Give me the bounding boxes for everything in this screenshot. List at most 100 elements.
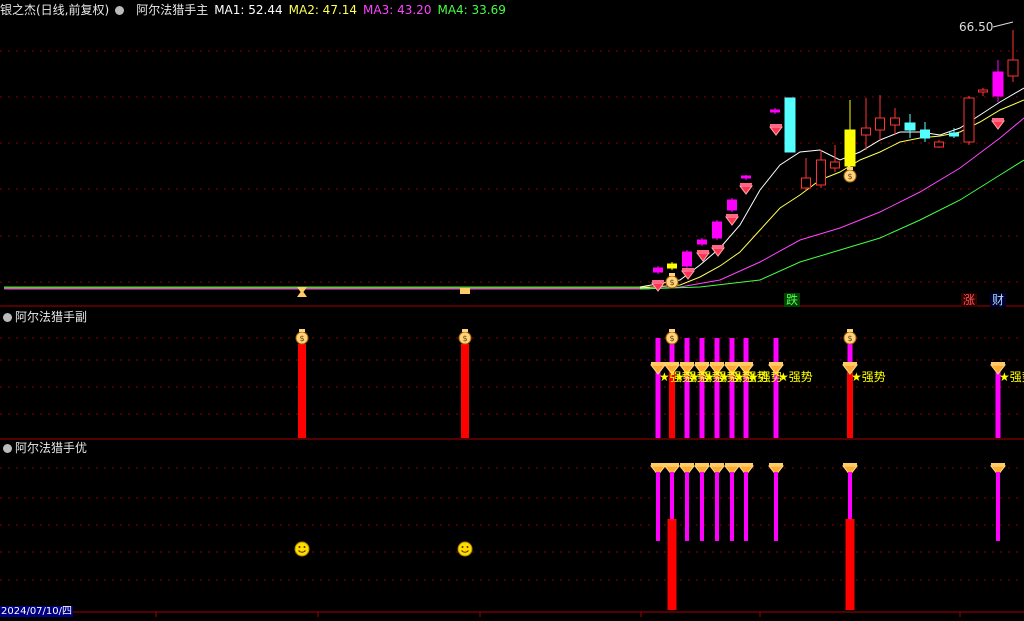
diamond-icon <box>991 463 1005 466</box>
money-bag-icon: $ <box>847 172 852 181</box>
ma4-line <box>639 159 1024 290</box>
candle-body <box>861 127 871 136</box>
red-signal-bar <box>461 344 469 438</box>
sub-panel-1-name: 阿尔法猎手副 <box>15 310 88 324</box>
candle-body <box>653 267 663 273</box>
magenta-signal-bar <box>996 472 1000 541</box>
money-bag-icon <box>847 329 853 332</box>
candle-body <box>667 263 677 269</box>
hourglass-icon <box>297 290 307 297</box>
candle-body <box>934 141 944 148</box>
cai-marker: 财 <box>990 293 1007 307</box>
smiley-icon <box>294 541 310 557</box>
diamond-icon <box>651 463 665 466</box>
candle-body <box>727 199 737 211</box>
diamond-icon <box>682 268 694 271</box>
candle-body <box>830 161 840 169</box>
toggle-icon[interactable] <box>3 444 12 453</box>
candle-body <box>1007 59 1019 77</box>
candle-body <box>978 89 988 93</box>
diamond-icon <box>770 124 782 127</box>
price-high-pointer <box>992 21 1014 28</box>
ma3-line <box>639 117 1024 290</box>
diamond-icon <box>739 463 753 466</box>
sub-panel-2-name: 阿尔法猎手优 <box>15 441 88 455</box>
diamond-icon <box>769 362 783 365</box>
diamond-icon <box>652 280 664 283</box>
magenta-signal-bar <box>744 472 748 541</box>
diamond-icon <box>695 463 709 466</box>
stock-chart-window[interactable]: $ $ $ $ $ $ 银之杰(日线,前复权) 阿尔法猎手主 MA1: 52.44 MA2: 4… <box>0 0 1024 617</box>
candle-body <box>741 175 751 179</box>
ma1-value: MA1: 52.44 <box>214 3 283 17</box>
magenta-signal-bar <box>684 338 690 438</box>
sub-panel-1-title[interactable]: 阿尔法猎手副 <box>3 310 87 324</box>
diamond-icon <box>726 214 738 217</box>
price-high-label: 66.50 <box>959 20 994 34</box>
candle-body <box>816 159 826 186</box>
candle-body <box>682 251 692 267</box>
diamond-icon <box>725 362 739 365</box>
diamond-icon <box>740 183 752 186</box>
box-icon <box>460 288 470 294</box>
indicator-toggle-icon[interactable] <box>115 3 130 17</box>
smiley-icon <box>457 541 473 557</box>
magenta-signal-bar <box>730 472 734 541</box>
money-bag-icon <box>847 167 853 170</box>
magenta-signal-bar <box>743 338 749 438</box>
strong-signal-label: ★强势 <box>851 370 886 384</box>
candle-body <box>770 109 780 113</box>
diamond-icon <box>711 247 725 257</box>
ma3-value: MA3: 43.20 <box>363 3 432 17</box>
magenta-signal-bar <box>729 338 735 438</box>
candle-body <box>890 117 900 126</box>
magenta-signal-bar <box>715 472 719 541</box>
diamond-icon <box>843 362 857 365</box>
magenta-signal-bar <box>773 338 779 438</box>
diamond-icon <box>696 252 710 262</box>
candle-body <box>801 177 811 189</box>
money-bag-icon: $ <box>299 334 304 343</box>
smiley-icon <box>461 546 464 548</box>
diamond-icon <box>991 362 1005 365</box>
chart-canvas[interactable]: $ $ $ $ $ $ <box>0 0 1024 617</box>
money-bag-icon <box>669 273 675 276</box>
date-label: 2024/07/10/四 <box>0 606 74 617</box>
toggle-icon[interactable] <box>3 313 12 322</box>
money-bag-icon <box>299 329 305 332</box>
candle-body <box>697 239 707 245</box>
money-bag-icon: $ <box>462 334 467 343</box>
strong-signal-label: ★强势 <box>778 370 813 384</box>
candle-body <box>920 129 930 139</box>
main-indicator-name[interactable]: 阿尔法猎手主 <box>136 3 208 17</box>
die-marker: 跌 <box>784 293 801 307</box>
main-chart-header: 银之杰(日线,前复权) 阿尔法猎手主 MA1: 52.44 MA2: 47.14 MA3… <box>0 2 512 18</box>
magenta-signal-bar <box>714 338 720 438</box>
money-bag-icon: $ <box>669 278 674 287</box>
red-signal-bar <box>667 519 677 610</box>
strong-signal-label: ★强势 <box>999 370 1024 384</box>
diamond-icon <box>697 250 709 253</box>
magenta-signal-bar <box>685 472 689 541</box>
diamond-icon <box>695 362 709 365</box>
diamond-icon <box>992 118 1004 121</box>
stock-title: 银之杰(日线,前复权) <box>0 3 110 17</box>
diamond-icon <box>665 362 679 365</box>
sub-panel-2-title[interactable]: 阿尔法猎手优 <box>3 441 87 455</box>
diamond-icon <box>739 185 753 195</box>
candle-body <box>844 129 856 167</box>
candle-body <box>712 221 722 239</box>
red-signal-bar <box>298 344 306 438</box>
diamond-icon <box>769 463 783 466</box>
diamond-icon <box>725 463 739 466</box>
diamond-icon <box>710 463 724 466</box>
diamond-icon <box>843 463 857 466</box>
diamond-icon <box>712 245 724 248</box>
magenta-signal-bar <box>656 472 660 541</box>
diamond-icon <box>739 362 753 365</box>
diamond-icon <box>710 362 724 365</box>
candle-body <box>992 71 1004 97</box>
diamond-icon <box>991 120 1005 130</box>
money-bag-icon <box>462 329 468 332</box>
magenta-signal-bar <box>699 338 705 438</box>
